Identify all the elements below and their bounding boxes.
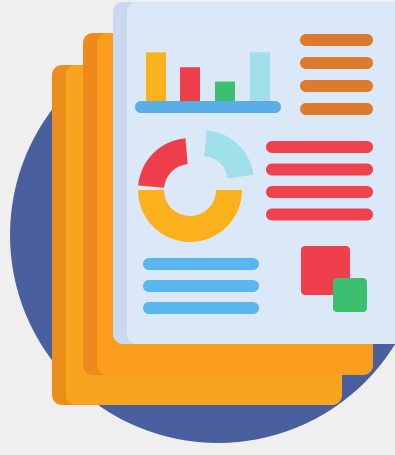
bar-3 [215,81,235,103]
text-line [143,302,259,314]
text-line [143,258,259,270]
text-line [143,280,259,292]
report-documents-icon [10,2,395,443]
text-line [300,103,373,115]
text-line [300,34,373,46]
blue-text-lines [143,258,259,314]
text-line [266,141,373,153]
bar-1 [146,52,166,103]
bar-2 [180,67,200,103]
text-line [266,163,373,176]
text-line [300,80,373,92]
illustration-stage [0,0,395,455]
text-line [266,208,373,221]
text-line [266,186,373,198]
bar-chart-baseline [135,101,281,113]
text-line [300,57,373,69]
green-square [333,278,367,312]
bar-4 [250,52,270,103]
